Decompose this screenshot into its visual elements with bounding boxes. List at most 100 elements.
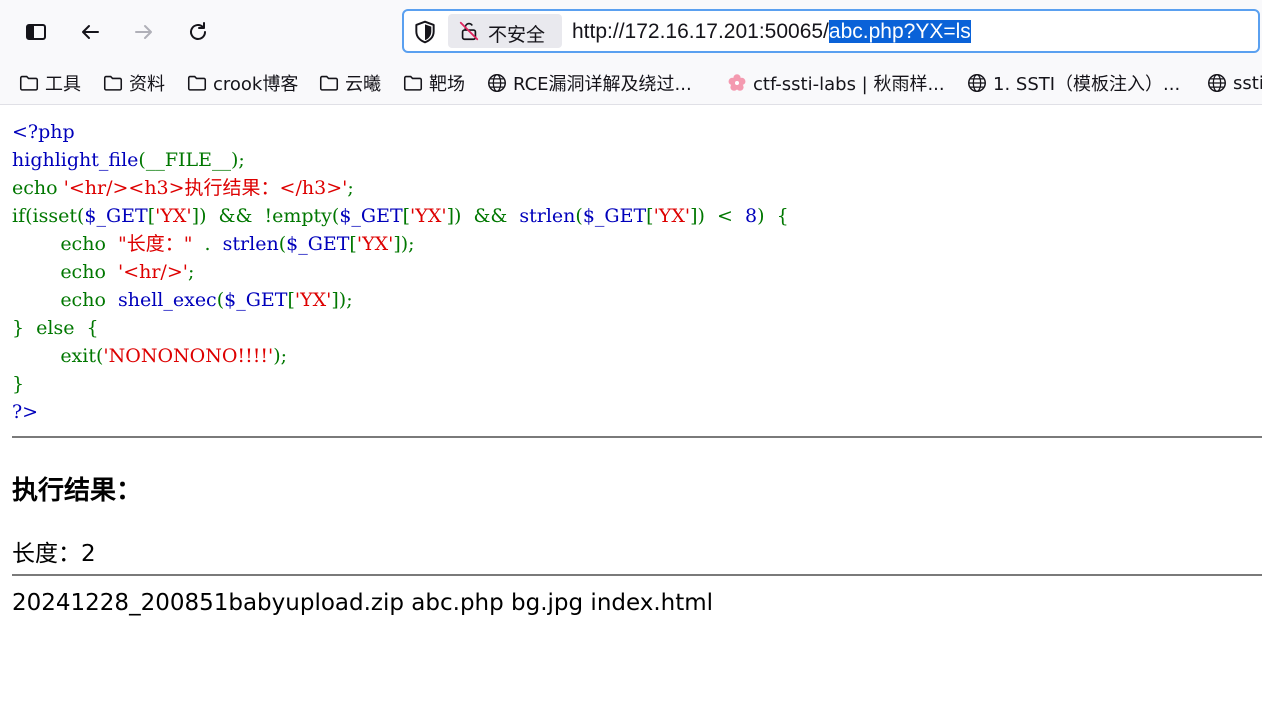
bookmark-folder-materials[interactable]: 资料: [102, 70, 165, 96]
back-button[interactable]: [72, 14, 108, 50]
divider-top: [12, 436, 1262, 438]
code-token: $_GET: [286, 233, 350, 255]
code-token: ;: [347, 177, 354, 199]
result-heading: 执行结果：: [12, 476, 143, 506]
code-token: (: [575, 205, 583, 227]
bookmarks-bar: 工具 资料 crook博客 云曦 靶场 RCE漏洞详解及绕过... ctf-ss…: [0, 64, 1262, 104]
code-token: 'NONONONO!!!!': [103, 345, 274, 367]
folder-icon: [319, 75, 339, 91]
length-text: 长度：2: [12, 541, 96, 567]
folder-icon: [403, 75, 423, 91]
globe-icon: [968, 74, 986, 92]
security-label: 不安全: [488, 24, 546, 46]
code-token: ]);: [393, 233, 415, 255]
code-token: 'YX': [356, 233, 394, 255]
code-token: .: [192, 233, 223, 255]
code-token: <?php: [12, 121, 75, 143]
folder-icon: [187, 75, 207, 91]
code-token: [: [349, 233, 357, 255]
url-selected: abc.php?YX=ls: [828, 20, 971, 43]
code-token: [: [646, 205, 654, 227]
url-base: http://172.16.17.201:50065/: [572, 20, 829, 43]
globe-icon: [488, 74, 506, 92]
code-token: if(isset(: [12, 205, 85, 227]
code-token: (: [278, 233, 287, 255]
reload-button[interactable]: [180, 14, 216, 50]
forward-arrow-icon: [135, 25, 152, 39]
code-token: highlight_file: [12, 149, 139, 171]
bookmark-folder-tools[interactable]: 工具: [18, 70, 81, 96]
folder-icon: [19, 75, 39, 91]
code-token: ]) &&: [446, 205, 520, 227]
php-source-code: <?php highlight_file(__FILE__); echo '<h…: [12, 118, 1262, 426]
bookmark-ssti-template-injection[interactable]: 1. SSTI（模板注入）...: [966, 70, 1180, 96]
code-token: $_GET: [224, 289, 288, 311]
folder-icon: [103, 75, 123, 91]
bookmark-label: 云曦: [345, 74, 381, 95]
bookmark-label: 工具: [45, 74, 81, 95]
code-token: strlen: [222, 233, 279, 255]
code-token: $_GET: [84, 205, 148, 227]
browser-toolbar: 不安全 http://172.16.17.201:50065/abc.php?Y…: [0, 0, 1262, 64]
sidebar-icon: [26, 24, 46, 40]
code-token: (: [216, 289, 225, 311]
url-text[interactable]: http://172.16.17.201:50065/abc.php?YX=ls: [572, 19, 971, 45]
globe-icon: [1208, 74, 1226, 92]
code-token: $_GET: [339, 205, 403, 227]
code-token: ]);: [331, 289, 353, 311]
forward-button[interactable]: [126, 14, 162, 50]
reload-icon: [190, 22, 206, 40]
code-token: 'YX': [410, 205, 447, 227]
code-token: 'YX': [155, 205, 192, 227]
code-token: echo: [12, 261, 118, 283]
flower-icon: [728, 74, 746, 91]
bookmark-label: ssti: [1233, 72, 1262, 94]
code-token: exit(: [12, 345, 104, 367]
insecure-lock-icon: [459, 21, 479, 41]
code-token: [: [402, 205, 411, 227]
bookmark-ctf-ssti-labs[interactable]: ctf-ssti-labs | 秋雨样...: [726, 70, 945, 96]
code-token: ?>: [12, 401, 39, 423]
code-token: echo: [12, 289, 118, 311]
code-token: [: [287, 289, 295, 311]
code-token: 8: [744, 205, 758, 227]
bookmark-label: ctf-ssti-labs | 秋雨样...: [753, 74, 945, 95]
code-token: 'YX': [294, 289, 332, 311]
bookmark-label: crook博客: [213, 74, 299, 95]
code-token: ) {: [757, 205, 789, 227]
bookmark-label: 靶场: [429, 74, 465, 95]
page-content: <?php highlight_file(__FILE__); echo '<h…: [12, 118, 1262, 426]
address-bar[interactable]: 不安全 http://172.16.17.201:50065/abc.php?Y…: [402, 9, 1260, 53]
shield-icon[interactable]: [412, 19, 438, 45]
bookmark-folder-yunxi[interactable]: 云曦: [318, 70, 381, 96]
sidebar-toggle-button[interactable]: [18, 14, 54, 50]
code-token: ;: [187, 261, 195, 283]
bookmark-label: 资料: [129, 74, 165, 95]
bookmark-folder-crook-blog[interactable]: crook博客: [186, 70, 298, 96]
code-token: ]) && !empty(: [191, 205, 340, 227]
code-token: 'YX': [653, 205, 691, 227]
bookmark-label: RCE漏洞详解及绕过...: [513, 74, 692, 95]
code-token: );: [273, 345, 288, 367]
divider-bottom: [12, 574, 1262, 576]
code-token: shell_exec: [117, 289, 217, 311]
code-token: '<hr/>': [117, 261, 188, 283]
code-token: } else {: [12, 317, 99, 339]
browser-chrome: 不安全 http://172.16.17.201:50065/abc.php?Y…: [0, 0, 1262, 105]
command-output: 20241228_200851babyupload.zip abc.php bg…: [12, 590, 714, 616]
back-arrow-icon: [82, 25, 99, 39]
bookmark-folder-range[interactable]: 靶场: [402, 70, 465, 96]
bookmark-label: 1. SSTI（模板注入）...: [993, 74, 1181, 95]
code-token: ]) <: [690, 205, 745, 227]
code-token: $_GET: [582, 205, 647, 227]
code-token: (__FILE__);: [138, 149, 245, 171]
code-token: "长度：": [117, 233, 193, 255]
code-token: echo: [12, 177, 64, 199]
code-token: '<hr/><h3>执行结果：</h3>': [63, 177, 348, 199]
code-token: echo: [12, 233, 118, 255]
code-token: }: [12, 373, 25, 395]
security-indicator[interactable]: 不安全: [448, 14, 562, 48]
code-token: strlen: [519, 205, 576, 227]
bookmark-ssti[interactable]: ssti: [1206, 70, 1262, 96]
bookmark-rce[interactable]: RCE漏洞详解及绕过...: [486, 70, 692, 96]
